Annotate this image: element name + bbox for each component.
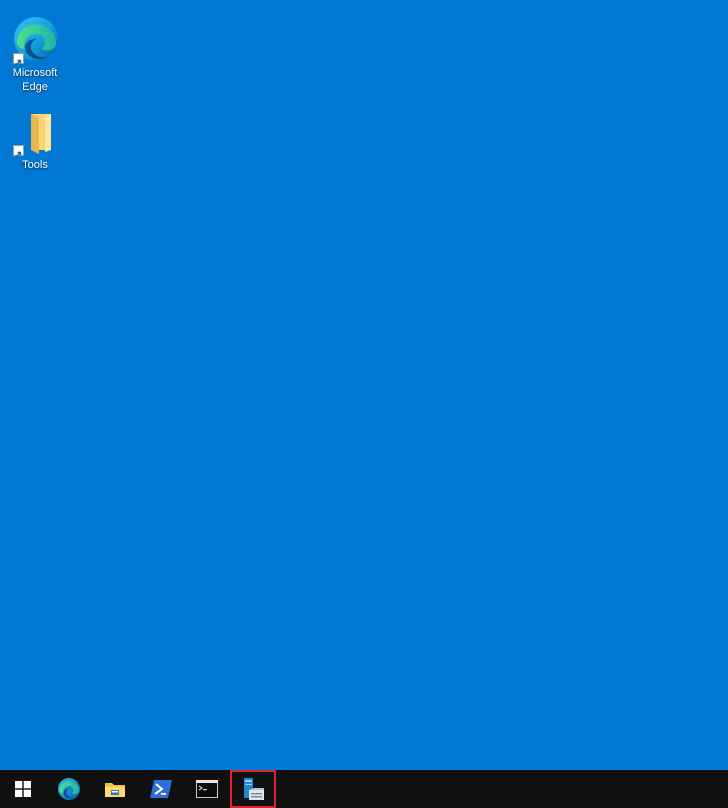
shortcut-arrow-icon bbox=[13, 53, 24, 66]
start-button[interactable] bbox=[0, 770, 46, 808]
desktop-icon-label: Tools bbox=[22, 159, 48, 171]
taskbar bbox=[0, 770, 728, 808]
command-prompt-icon bbox=[196, 780, 218, 798]
edge-icon bbox=[58, 778, 80, 800]
desktop-icon-tools[interactable]: Tools bbox=[0, 108, 70, 172]
desktop-icon-label: Microsoft Edge bbox=[12, 67, 58, 93]
file-explorer-icon bbox=[105, 783, 125, 797]
powershell-icon bbox=[150, 780, 172, 798]
windows-logo-icon bbox=[15, 781, 31, 797]
taskbar-powershell-button[interactable] bbox=[138, 770, 184, 808]
desktop-icon-microsoft-edge[interactable]: Microsoft Edge bbox=[0, 16, 70, 94]
edge-icon bbox=[11, 16, 59, 66]
folder-icon bbox=[11, 108, 59, 158]
desktop: Microsoft Edge Tools bbox=[0, 0, 728, 770]
taskbar-command-prompt-button[interactable] bbox=[184, 770, 230, 808]
taskbar-server-manager-button[interactable] bbox=[230, 770, 276, 808]
taskbar-file-explorer-button[interactable] bbox=[92, 770, 138, 808]
taskbar-edge-button[interactable] bbox=[46, 770, 92, 808]
server-manager-icon bbox=[244, 778, 264, 800]
shortcut-arrow-icon bbox=[13, 145, 24, 158]
